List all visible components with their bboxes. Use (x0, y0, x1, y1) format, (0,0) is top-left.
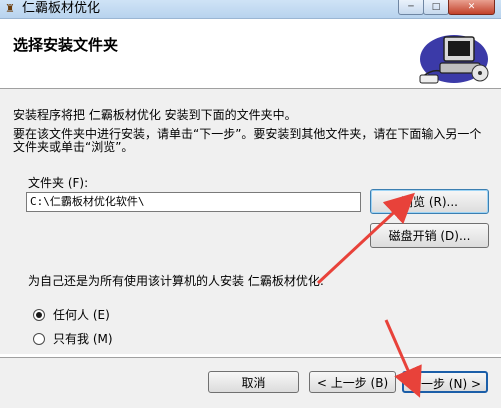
maximize-icon[interactable]: □ (423, 0, 449, 15)
page-title: 选择安装文件夹 (13, 36, 119, 54)
wizard-header: 选择安装文件夹 (0, 19, 501, 89)
computer-install-icon (419, 35, 489, 84)
install-scope-question: 为自己还是为所有使用该计算机的人安装 仁霸板材优化: (28, 274, 324, 288)
radio-only-me[interactable]: 只有我 (M) (33, 330, 113, 347)
cancel-button[interactable]: 取消 (208, 371, 299, 393)
radio-everyone[interactable]: 任何人 (E) (33, 306, 110, 323)
folder-label: 文件夹 (F): (28, 176, 89, 190)
next-button[interactable]: 下一步 (N) > (402, 371, 488, 393)
radio-everyone-label: 任何人 (E) (53, 308, 110, 322)
back-button[interactable]: < 上一步 (B) (309, 371, 396, 393)
intro-text: 安装程序将把 仁霸板材优化 安装到下面的文件夹中。 (13, 108, 297, 122)
browse-button[interactable]: 浏览 (R)... (370, 189, 489, 214)
radio-only-me-icon[interactable] (33, 332, 45, 345)
title-bar: ♜ 仁霸板材优化 ─ □ ✕ (0, 0, 501, 19)
installer-icon: ♜ (5, 2, 15, 15)
radio-everyone-icon[interactable] (33, 308, 45, 321)
disk-cost-button[interactable]: 磁盘开销 (D)... (370, 223, 489, 248)
minimize-icon[interactable]: ─ (398, 0, 424, 15)
radio-only-me-label: 只有我 (M) (53, 332, 113, 346)
instructions-text: 要在该文件夹中进行安装，请单击“下一步”。要安装到其他文件夹，请在下面输入另一个… (13, 127, 482, 154)
folder-path-input[interactable]: C:\仁霸板材优化软件\ (26, 192, 361, 212)
close-icon[interactable]: ✕ (448, 0, 495, 15)
window-title: 仁霸板材优化 (22, 1, 101, 16)
